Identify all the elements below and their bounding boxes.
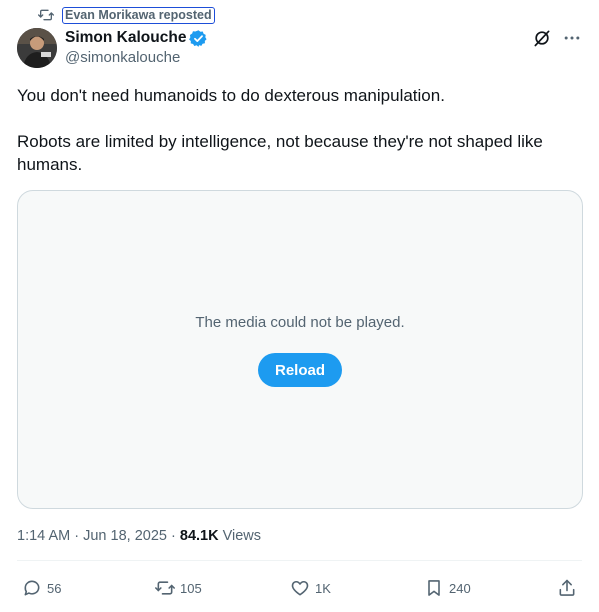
retweet-icon [38,9,54,21]
grok-icon[interactable] [532,28,552,48]
author-handle[interactable]: @simonkalouche [65,49,180,66]
reposter-link[interactable]: Evan Morikawa reposted [62,6,215,24]
like-button[interactable]: 1K [290,577,331,599]
share-icon [559,579,575,596]
tweet-meta: 1:14 AM · Jun 18, 2025 · 84.1K Views [17,528,261,544]
repost-count: 105 [180,580,202,596]
views-count: 84.1K [179,528,219,544]
repost-indicator: Evan Morikawa reposted [38,6,215,24]
media-error-message: The media could not be played. [195,314,405,331]
verified-badge-icon [189,29,208,47]
tweet-text-line-1: You don't need humanoids to do dexterous… [17,86,445,105]
repost-button[interactable]: 105 [155,577,202,599]
author-name-row[interactable]: Simon Kalouche [65,28,208,48]
share-button[interactable] [557,577,577,599]
bookmark-icon [428,580,440,596]
divider [17,560,582,561]
tweet-date[interactable]: Jun 18, 2025 [83,528,167,544]
tweet-top-actions [532,28,582,48]
tweet-time[interactable]: 1:14 AM [17,528,70,544]
heart-icon [291,580,309,596]
more-options-icon[interactable] [562,28,582,48]
meta-separator: · [74,528,80,544]
reload-button[interactable]: Reload [258,353,342,387]
avatar[interactable] [17,28,57,68]
like-count: 1K [315,580,331,596]
reply-button[interactable]: 56 [22,577,61,599]
media-container[interactable]: The media could not be played. Reload [17,190,583,509]
tweet-text-line-2: Robots are limited by intelligence, not … [17,132,543,174]
views-label: Views [222,528,262,544]
bookmark-button[interactable]: 240 [424,577,471,599]
bookmark-count: 240 [449,580,471,596]
meta-separator-2: · [171,528,176,544]
reply-icon [24,580,40,596]
reply-count: 56 [47,580,62,596]
retweet-icon [155,581,175,595]
author-name[interactable]: Simon Kalouche [65,29,186,47]
tweet-text: You don't need humanoids to do dexterous… [17,84,577,176]
